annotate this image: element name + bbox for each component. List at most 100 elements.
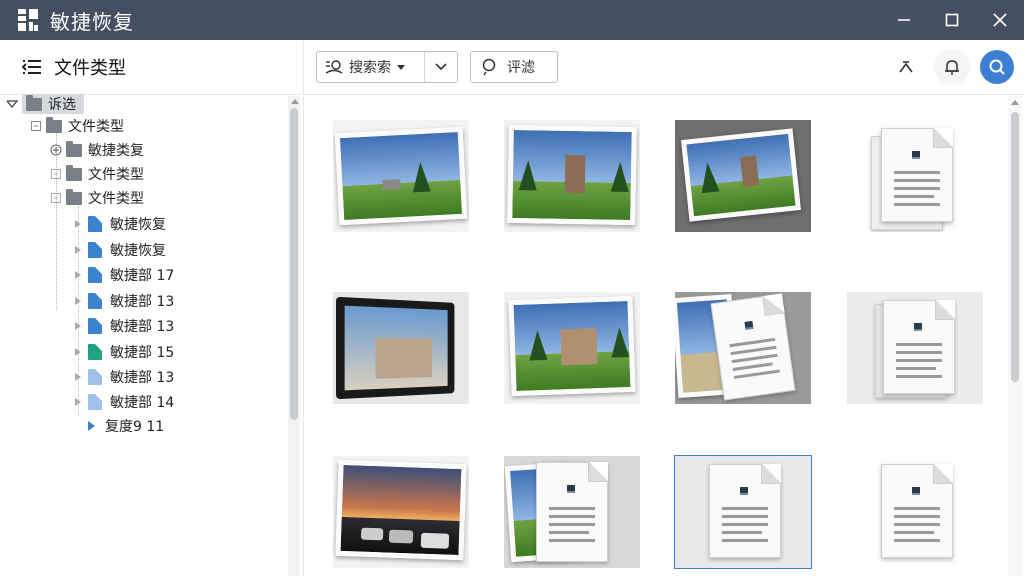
toolbar: 搜索索 评滤 [304,40,1024,95]
search-dropdown[interactable]: 搜索索 [316,51,458,83]
expand-arrow-icon[interactable] [72,218,84,230]
expand-arrow-icon[interactable] [72,371,84,383]
thumbnail-item[interactable] [847,292,983,404]
app-logo-icon [18,9,38,31]
folder-icon [26,94,42,111]
collapse-arrow-icon[interactable] [6,98,18,110]
tree-item-label: 敏捷类复 [88,143,144,159]
maximize-icon [945,13,959,27]
tree-item-folder[interactable]: 敏捷类复 [50,139,144,161]
folder-icon [46,116,62,133]
folder-tree: 诉选 文件类型 敏捷类复 文件类型 文件类型 敏捷恢复 敏捷恢复 敏捷部 17 … [0,93,304,576]
bell-icon [945,60,959,75]
search-expand-button[interactable] [425,62,457,72]
close-button[interactable] [976,0,1024,40]
tree-item-label: 文件类型 [88,167,144,183]
tree-item-label: 敏捷部 17 [110,268,175,284]
file-icon [88,318,102,334]
expand-arrow-icon[interactable] [72,269,84,281]
maximize-button[interactable] [928,0,976,40]
document-icon [710,293,796,401]
expand-node-icon[interactable] [50,144,62,156]
document-icon [883,300,955,394]
folder-icon [66,164,82,181]
filter-button[interactable]: 评滤 [470,51,558,83]
thumbnail-item[interactable] [847,456,983,568]
file-icon [88,267,102,283]
search-type-selector[interactable]: 搜索索 [317,52,425,82]
tree-item-folder[interactable]: 文件类型 [50,163,144,185]
tree-item-label: 诉选 [48,97,76,113]
thumbnail-item[interactable] [504,456,640,568]
sidebar-scrollbar[interactable] [288,96,300,576]
thumbnail-item[interactable] [333,292,469,404]
thumbnail-item-selected[interactable] [674,455,812,569]
scrollbar-thumb[interactable] [1011,112,1019,382]
window-controls [880,0,1024,40]
file-icon [88,394,102,410]
document-icon [881,464,953,558]
file-icon [88,344,102,360]
scroll-up-icon[interactable] [1011,100,1019,105]
tree-item-root[interactable]: 诉选 [6,93,84,115]
thumbnail-item[interactable] [675,292,811,404]
tree-item-label: 文件类型 [68,119,124,135]
filter-icon [482,58,496,76]
grid-scrollbar[interactable] [1008,96,1022,576]
tree-item-label: 敏捷部 15 [110,345,175,361]
expand-node-icon[interactable] [30,120,42,132]
upload-icon [899,61,913,73]
upload-button[interactable] [888,49,924,85]
thumbnail-item[interactable] [675,120,811,232]
expand-arrow-icon[interactable] [72,295,84,307]
tree-item-leaf[interactable]: 复度9 11 [88,415,164,437]
expand-arrow-icon[interactable] [72,244,84,256]
tree-item-file[interactable]: 敏捷部 13 [72,315,174,337]
photo-image [681,128,801,222]
tree-item-file[interactable]: 敏捷部 15 [72,341,174,363]
photo-image [507,124,637,226]
tree-item-folder[interactable]: 文件类型 [30,115,124,137]
search-label: 搜索索 [349,60,391,76]
menu-button[interactable] [22,57,42,77]
expand-arrow-icon[interactable] [72,320,84,332]
photo-image [334,126,468,226]
scroll-up-icon[interactable] [291,99,299,104]
tree-item-file[interactable]: 敏捷部 13 [72,366,174,388]
search-options-icon [325,60,343,74]
tree-item-label: 文件类型 [88,191,144,207]
thumbnail-item[interactable] [333,120,469,232]
thumbnail-grid [305,96,1008,576]
thumbnail-item[interactable] [504,120,640,232]
tree-item-label: 敏捷部 13 [110,370,175,386]
thumbnail-item[interactable] [333,456,469,568]
notifications-button[interactable] [934,49,970,85]
search-icon [989,59,1005,75]
search-button[interactable] [980,50,1014,84]
tree-item-file[interactable]: 敏捷部 13 [72,290,174,312]
tree-item-label: 复度9 11 [105,419,165,435]
thumbnail-item[interactable] [504,292,640,404]
tree-item-label: 敏捷部 13 [110,294,175,310]
thumbnail-item[interactable] [847,120,983,232]
tree-item-file[interactable]: 敏捷部 17 [72,264,174,286]
expand-arrow-icon[interactable] [72,346,84,358]
photo-image [508,295,636,397]
expand-node-icon[interactable] [50,192,62,204]
tree-item-file[interactable]: 敏捷部 14 [72,391,174,413]
expand-arrow-icon[interactable] [72,396,84,408]
tree-item-folder[interactable]: 文件类型 [50,187,144,209]
tree-item-file[interactable]: 敏捷恢复 [72,213,166,235]
tree-item-label: 敏捷部 13 [110,319,175,335]
expand-node-icon[interactable] [50,168,62,180]
play-arrow-icon [88,421,95,431]
photo-image [336,296,455,400]
window-title: 敏捷恢复 [50,9,134,34]
scrollbar-thumb[interactable] [290,108,298,420]
hamburger-icon [22,60,41,74]
minimize-button[interactable] [880,0,928,40]
document-icon [709,464,781,558]
folder-icon [66,188,82,205]
tree-item-file[interactable]: 敏捷恢复 [72,239,166,261]
file-icon [88,216,102,232]
